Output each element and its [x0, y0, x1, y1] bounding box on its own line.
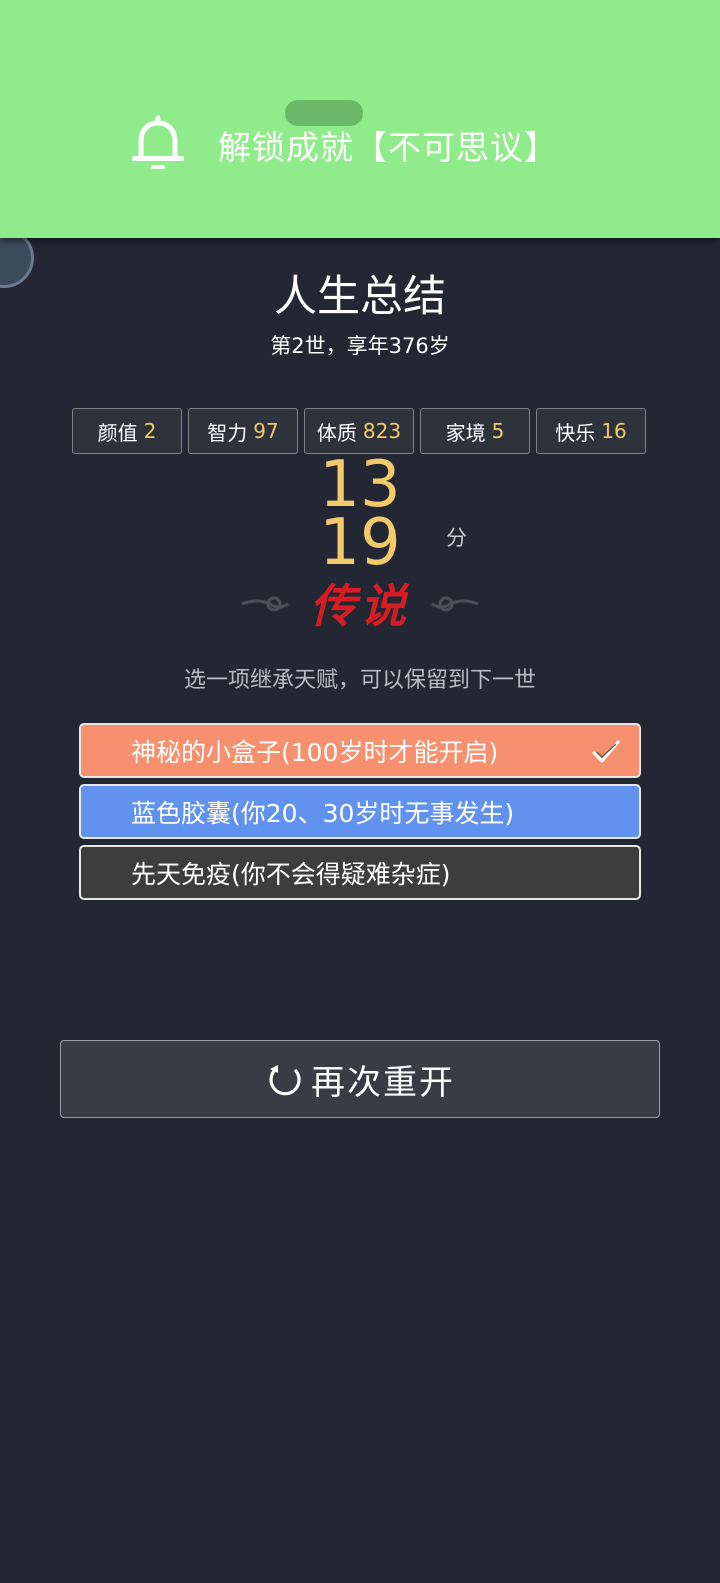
notification-text: 解锁成就【不可思议】	[218, 128, 558, 167]
stat-label: 体质	[316, 420, 357, 445]
stat-value: 2	[143, 419, 157, 443]
stat-value: 823	[362, 419, 402, 443]
achievement-notification[interactable]: 解锁成就【不可思议】	[0, 0, 720, 238]
bell-icon	[132, 115, 184, 169]
restart-label: 再次重开	[311, 1062, 455, 1103]
option-label: 神秘的小盒子(100岁时才能开启)	[131, 737, 499, 767]
talent-option-mystery-box[interactable]: 神秘的小盒子(100岁时才能开启)	[79, 723, 641, 778]
life-subtitle: 第2世，享年376岁	[270, 334, 450, 358]
inherit-prompt: 选一项继承天赋，可以保留到下一世	[183, 668, 536, 693]
option-label: 先天免疫(你不会得疑难杂症)	[131, 859, 451, 889]
stat-value: 97	[253, 419, 279, 443]
restart-button[interactable]: 再次重开	[60, 1040, 660, 1118]
option-label: 蓝色胶囊(你20、30岁时无事发生)	[131, 798, 515, 828]
stat-label: 快乐	[555, 420, 596, 445]
stat-value: 16	[601, 419, 627, 443]
stat-label: 智力	[207, 420, 248, 445]
checkmark-icon	[592, 740, 620, 763]
talent-option-blue-capsule[interactable]: 蓝色胶囊(你20、30岁时无事发生)	[79, 784, 641, 839]
stat-family: 家境 5	[420, 408, 530, 454]
stat-appearance: 颜值 2	[72, 408, 182, 454]
stat-intelligence: 智力 97	[188, 408, 298, 454]
rank-title: 传说	[310, 579, 410, 633]
talent-option-innate-immunity[interactable]: 先天免疫(你不会得疑难杂症)	[79, 845, 641, 900]
page-title: 人生总结	[274, 272, 446, 322]
total-score: 1319	[319, 448, 401, 580]
refresh-icon	[269, 1065, 301, 1096]
stat-label: 家境	[445, 420, 486, 445]
stat-value: 5	[491, 419, 505, 443]
stat-label: 颜值	[97, 420, 138, 445]
score-unit: 分	[446, 526, 467, 550]
stat-happiness: 快乐 16	[536, 408, 646, 454]
